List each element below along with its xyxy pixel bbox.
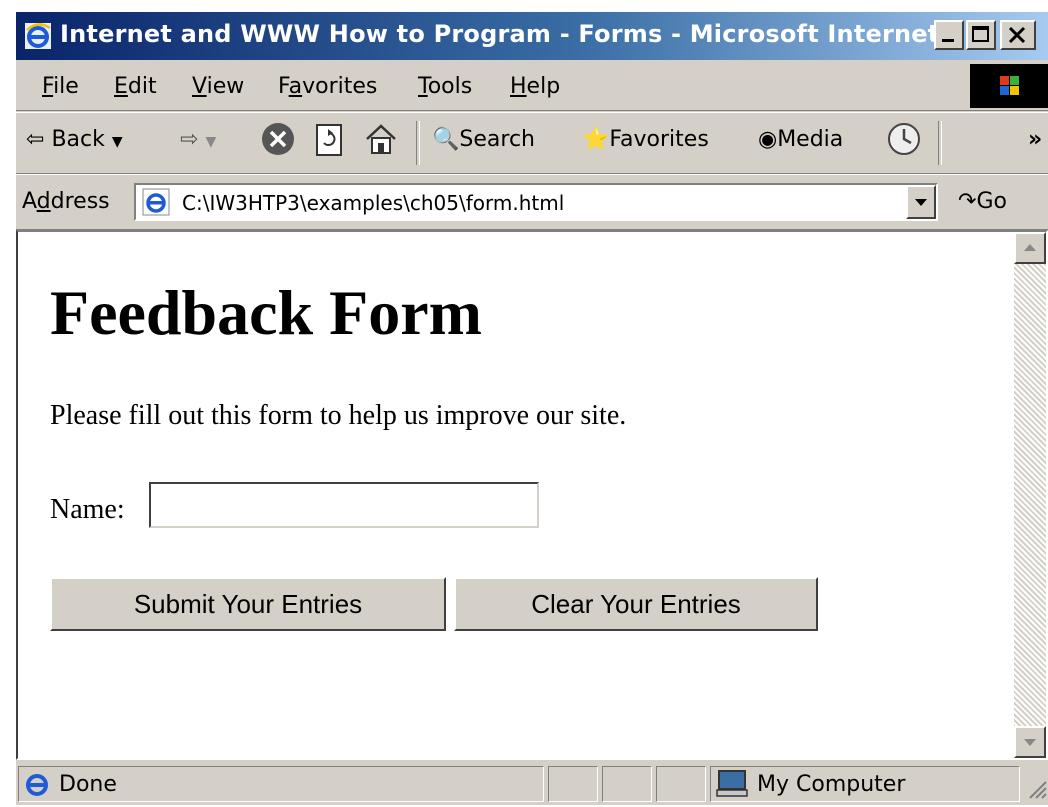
intro-text: Please fill out this form to help us imp…: [50, 400, 627, 431]
web-document: Feedback Form Please fill out this form …: [18, 232, 1008, 758]
search-icon: 🔍: [432, 127, 460, 152]
windows-logo: [970, 64, 1048, 108]
refresh-button[interactable]: [314, 123, 346, 163]
clear-button[interactable]: Clear Your Entries: [454, 577, 818, 631]
forward-button[interactable]: ⇨ ▼: [180, 127, 216, 152]
maximize-icon: [972, 26, 989, 42]
media-button[interactable]: ◉Media: [758, 127, 843, 152]
go-button[interactable]: ↷Go: [958, 189, 1007, 214]
close-icon: [1008, 26, 1026, 44]
submit-button[interactable]: Submit Your Entries: [50, 577, 446, 631]
back-arrow-icon: ⇦: [26, 127, 45, 152]
menu-file[interactable]: File: [42, 74, 79, 99]
address-label: Address: [22, 189, 110, 214]
menu-favorites[interactable]: Favorites: [278, 74, 377, 99]
address-input[interactable]: C:\IW3HTP3\examples\ch05\form.html: [134, 183, 938, 221]
toolbar-chevron-more[interactable]: »: [1028, 127, 1042, 152]
menu-view[interactable]: View: [192, 74, 244, 99]
page-viewport: Feedback Form Please fill out this form …: [16, 230, 1048, 760]
browser-window: Internet and WWW How to Program - Forms …: [14, 10, 1048, 805]
status-panel: [602, 766, 652, 802]
menu-bar: File Edit View Favorites Tools Help: [16, 62, 1048, 111]
toolbar-separator: [416, 121, 420, 165]
address-dropdown-button[interactable]: [906, 185, 936, 219]
address-url: C:\IW3HTP3\examples\ch05\form.html: [182, 191, 565, 215]
security-zone-panel: My Computer: [710, 766, 1020, 802]
window-title: Internet and WWW How to Program - Forms …: [60, 20, 993, 48]
page-ie-icon: [142, 188, 170, 216]
status-main-panel: Done: [18, 766, 544, 802]
stop-icon: [262, 123, 294, 155]
status-panel: [656, 766, 706, 802]
maximize-button[interactable]: [966, 20, 996, 50]
windows-flag-icon: [1000, 76, 1019, 95]
standard-toolbar: ⇦ Back ▼ ⇨ ▼ 🔍Search ⭐Favorites ◉Media »: [16, 112, 1048, 174]
stop-button[interactable]: [260, 121, 296, 163]
close-button[interactable]: [1000, 20, 1036, 50]
minimize-button[interactable]: [934, 20, 964, 50]
media-icon: ◉: [758, 127, 778, 152]
vertical-scrollbar[interactable]: [1014, 232, 1046, 758]
status-bar: Done My Computer: [16, 762, 1048, 807]
ie-page-icon: [26, 774, 48, 796]
dropdown-arrow-icon: ▼: [111, 134, 123, 150]
history-clock-icon: [888, 123, 920, 155]
zone-text: My Computer: [757, 772, 906, 797]
search-button[interactable]: 🔍Search: [432, 127, 535, 152]
minimize-icon: [942, 39, 954, 42]
scroll-up-button[interactable]: [1014, 232, 1046, 264]
scroll-down-button[interactable]: [1014, 726, 1046, 758]
favorites-star-icon: ⭐: [582, 127, 610, 152]
refresh-icon: [316, 124, 342, 156]
name-input[interactable]: [149, 482, 539, 528]
scroll-down-arrow-icon: [1024, 739, 1036, 746]
my-computer-icon: [716, 770, 748, 797]
menu-help[interactable]: Help: [510, 74, 560, 99]
scroll-up-arrow-icon: [1024, 244, 1036, 251]
status-panel: [548, 766, 598, 802]
home-icon: [366, 124, 396, 154]
back-button[interactable]: ⇦ Back ▼: [26, 127, 123, 152]
title-bar[interactable]: Internet and WWW How to Program - Forms …: [16, 12, 1048, 60]
menu-edit[interactable]: Edit: [114, 74, 157, 99]
toolbar-separator: [938, 121, 942, 165]
resize-grip-icon[interactable]: [1026, 778, 1048, 802]
name-label: Name:: [50, 494, 125, 525]
dropdown-arrow-icon: ▼: [205, 134, 217, 150]
ie-logo-icon: [25, 23, 51, 49]
page-heading: Feedback Form: [50, 277, 482, 348]
dropdown-arrow-icon: [915, 199, 927, 206]
status-text: Done: [59, 772, 117, 797]
forward-arrow-icon: ⇨: [180, 127, 199, 152]
address-bar: Address C:\IW3HTP3\examples\ch05\form.ht…: [16, 174, 1048, 230]
favorites-button[interactable]: ⭐Favorites: [582, 127, 709, 152]
history-button[interactable]: [886, 121, 922, 163]
menu-tools[interactable]: Tools: [418, 74, 472, 99]
home-button[interactable]: [364, 123, 398, 161]
go-arrow-icon: ↷: [958, 189, 977, 214]
